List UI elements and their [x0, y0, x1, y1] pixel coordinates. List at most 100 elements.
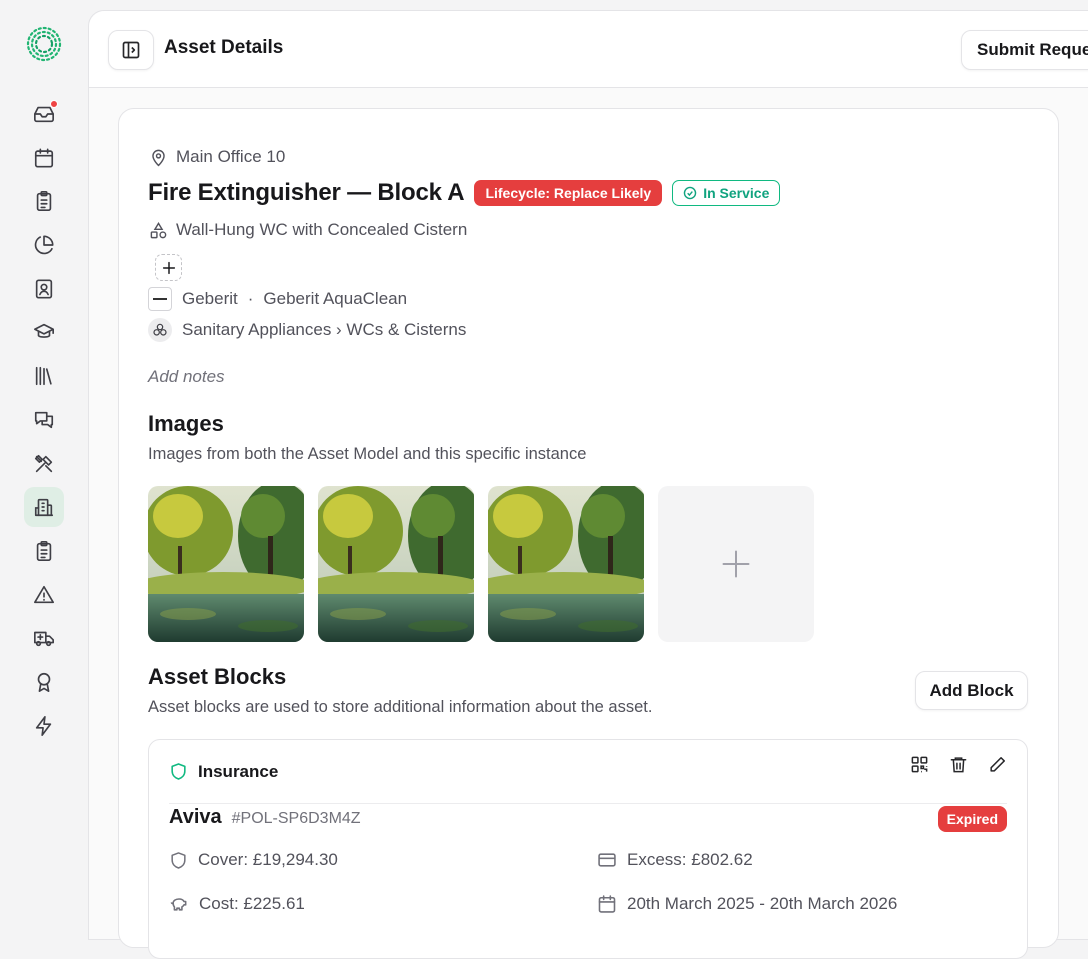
- add-block-button[interactable]: Add Block: [915, 671, 1028, 710]
- library-icon: [35, 367, 52, 386]
- chat-icon: [34, 411, 54, 428]
- asset-image-thumbnail[interactable]: [318, 486, 474, 642]
- sidebar-item-contacts[interactable]: [24, 269, 64, 309]
- sidebar-item-tasks[interactable]: [24, 181, 64, 221]
- lightning-icon: [35, 715, 52, 736]
- asset-title-row: Fire Extinguisher — Block A Lifecycle: R…: [148, 179, 781, 207]
- landscape-image: [318, 486, 474, 642]
- notification-dot: [50, 100, 58, 108]
- shapes-icon: [150, 221, 167, 238]
- manufacturer-logo: [148, 287, 172, 311]
- sidebar-item-training[interactable]: [24, 312, 64, 352]
- trash-icon: [950, 756, 966, 772]
- clipboard-check-icon: [36, 540, 52, 561]
- sidebar-item-incidents[interactable]: [24, 575, 64, 615]
- sidebar-item-automations[interactable]: [24, 706, 64, 746]
- insurer-row: Aviva #POL-SP6D3M4Z: [169, 806, 361, 829]
- pie-chart-icon: [34, 235, 54, 255]
- policy-number: #POL-SP6D3M4Z: [231, 810, 361, 827]
- asset-location[interactable]: Main Office 10: [149, 147, 285, 167]
- plus-icon: [722, 550, 750, 578]
- map-pin-icon: [152, 149, 165, 166]
- asset-brand[interactable]: Geberit · Geberit AquaClean: [148, 287, 407, 311]
- category-icon: [148, 318, 172, 342]
- sidebar-nav: [24, 94, 64, 749]
- submit-request-button[interactable]: Submit Reque: [961, 30, 1088, 70]
- notes-field[interactable]: Add notes: [148, 367, 225, 387]
- block-label: Insurance: [198, 761, 279, 781]
- location-text: Main Office 10: [176, 147, 286, 166]
- sidebar-item-certifications[interactable]: [24, 662, 64, 702]
- sidebar: [0, 0, 88, 928]
- asset-blocks-title: Asset Blocks: [148, 664, 287, 689]
- model-text: Wall-Hung WC with Concealed Cistern: [176, 220, 468, 239]
- landscape-image: [488, 486, 644, 642]
- period-field: 20th March 2025 - 20th March 2026: [597, 894, 897, 914]
- asset-blocks-subtitle: Asset blocks are used to store additiona…: [148, 698, 653, 716]
- block-actions: [909, 754, 1007, 774]
- clipboard-list-icon: [36, 191, 52, 212]
- credit-card-icon: [598, 853, 616, 867]
- main-panel: Asset Details Submit Reque Main Office 1…: [88, 10, 1088, 959]
- sidebar-item-messages[interactable]: [24, 400, 64, 440]
- category-path: Sanitary Appliances › WCs & Cisterns: [182, 320, 467, 339]
- sidebar-toggle-button[interactable]: [108, 30, 154, 70]
- lifecycle-badge[interactable]: Lifecycle: Replace Likely: [474, 180, 663, 206]
- graduation-cap-icon: [34, 324, 54, 339]
- ambulance-icon: [34, 631, 54, 647]
- insurance-block: Insurance Aviva #POL-SP6D3M4Z Expired Co…: [148, 739, 1028, 959]
- sidebar-item-reports[interactable]: [24, 225, 64, 265]
- page-title: Asset Details: [164, 37, 284, 58]
- add-property-button[interactable]: [155, 254, 182, 281]
- shield-icon: [171, 763, 186, 780]
- warning-icon: [34, 585, 54, 603]
- check-circle-icon: [683, 186, 697, 200]
- sidebar-item-inspections[interactable]: [24, 531, 64, 571]
- pencil-icon: [989, 756, 1005, 772]
- award-icon: [37, 672, 51, 692]
- delete-block-button[interactable]: [948, 754, 968, 774]
- images-title: Images: [148, 411, 224, 436]
- sidebar-item-inbox[interactable]: [24, 94, 64, 134]
- period-value: 20th March 2025 - 20th March 2026: [627, 894, 898, 913]
- sidebar-item-library[interactable]: [24, 356, 64, 396]
- insurer-name: Aviva: [169, 806, 222, 828]
- qr-code-icon: [911, 756, 927, 772]
- tools-icon: [34, 454, 53, 472]
- sidebar-item-first-aid[interactable]: [24, 618, 64, 658]
- excess-field: Excess: £802.62: [597, 850, 753, 870]
- cover-field: Cover: £19,294.30: [169, 850, 338, 870]
- sidebar-item-maintenance[interactable]: [24, 444, 64, 484]
- building-icon: [34, 499, 54, 517]
- excess-value: Excess: £802.62: [627, 850, 753, 869]
- asset-name: Fire Extinguisher — Block A: [148, 179, 465, 206]
- qr-code-button[interactable]: [909, 754, 929, 774]
- calendar-icon: [34, 148, 54, 168]
- status-badge[interactable]: In Service: [672, 180, 781, 206]
- app-logo[interactable]: [24, 24, 64, 64]
- images-subtitle: Images from both the Asset Model and thi…: [148, 445, 587, 463]
- sidebar-item-calendar[interactable]: [24, 138, 64, 178]
- calendar-icon: [598, 895, 616, 913]
- piggy-bank-icon: [170, 898, 187, 911]
- asset-card: Main Office 10 Fire Extinguisher — Block…: [118, 108, 1059, 959]
- asset-image-thumbnail[interactable]: [148, 486, 304, 642]
- product-line: Geberit AquaClean: [263, 289, 408, 308]
- brand-separator: ·: [247, 289, 254, 308]
- topbar: Asset Details Submit Reque: [89, 11, 1088, 88]
- edit-block-button[interactable]: [987, 754, 1007, 774]
- asset-model[interactable]: Wall-Hung WC with Concealed Cistern: [149, 220, 467, 240]
- cost-value: Cost: £225.61: [199, 894, 305, 913]
- contact-book-icon: [35, 279, 53, 299]
- asset-category[interactable]: Sanitary Appliances › WCs & Cisterns: [148, 318, 466, 342]
- landscape-image: [148, 486, 304, 642]
- status-badge: Expired: [937, 806, 1007, 832]
- sidebar-item-assets[interactable]: [24, 487, 64, 528]
- add-image-button[interactable]: [658, 486, 814, 642]
- sidebar-toggle-icon: [122, 41, 140, 59]
- cover-value: Cover: £19,294.30: [198, 850, 338, 869]
- shield-icon: [171, 851, 186, 869]
- manufacturer-name: Geberit: [182, 289, 238, 308]
- asset-image-thumbnail[interactable]: [488, 486, 644, 642]
- status-badge-label: In Service: [703, 185, 770, 201]
